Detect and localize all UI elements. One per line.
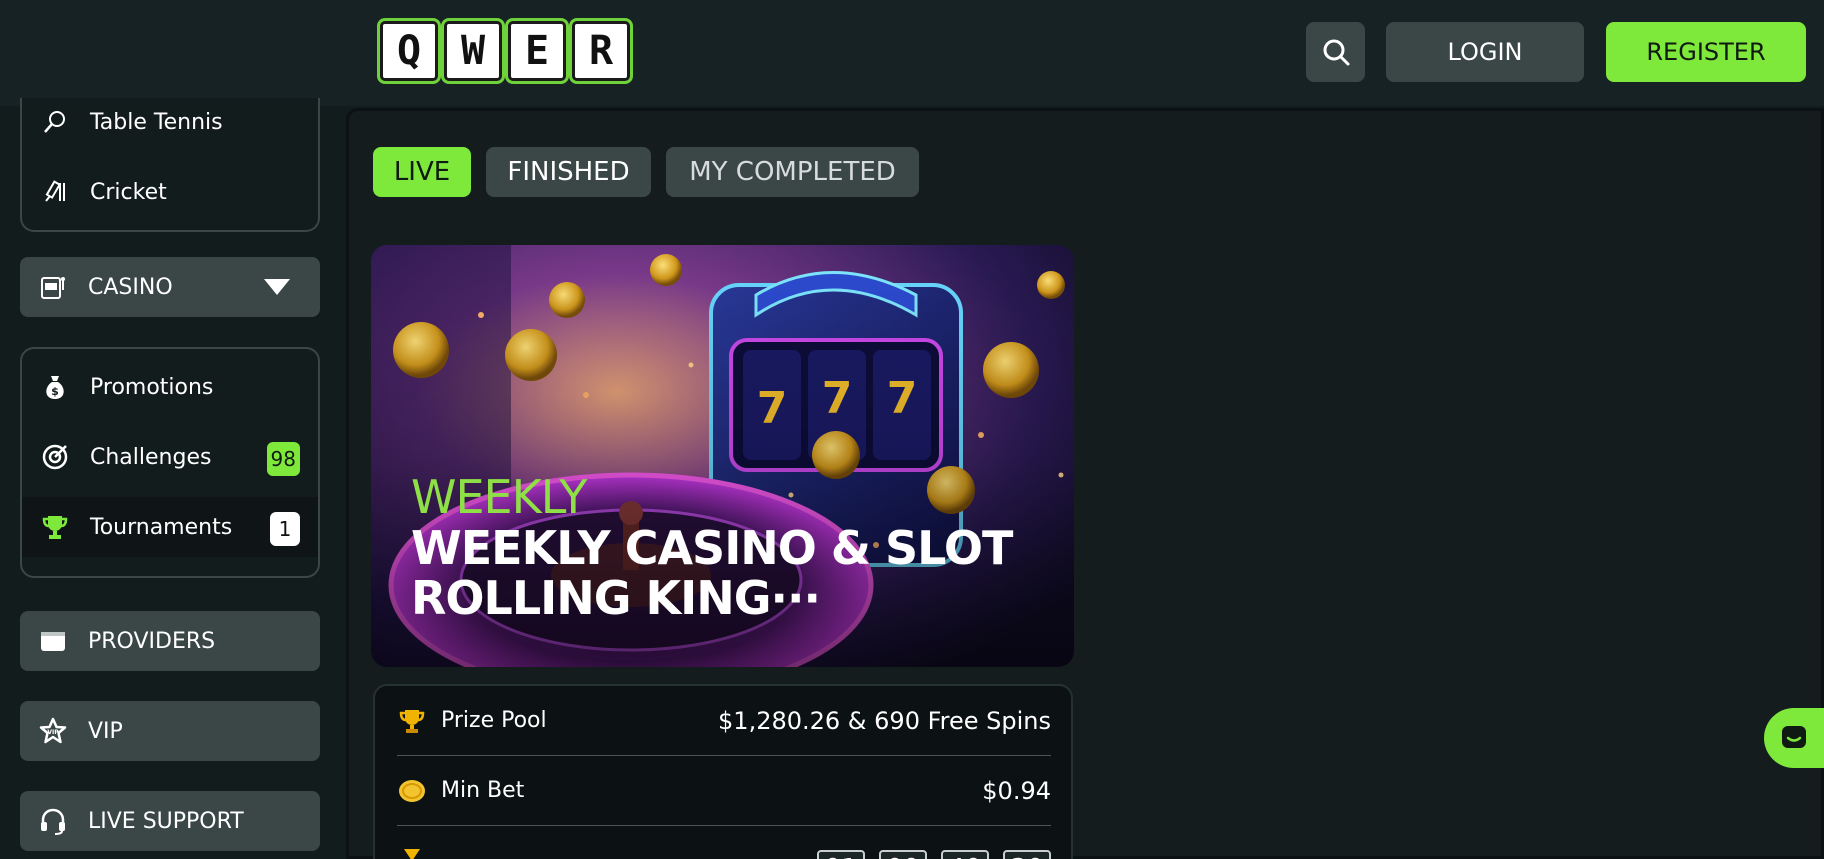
min-bet-value: $0.94 [982,776,1051,805]
logo-letter: W [444,21,502,81]
register-button[interactable]: REGISTER [1606,22,1806,82]
live-support-button[interactable]: LIVE SUPPORT [20,791,320,851]
sidebar-item-table-tennis[interactable]: Table Tennis [22,98,318,152]
search-icon [1323,39,1349,66]
chat-launcher-button[interactable] [1764,708,1824,768]
tournaments-content: LIVE FINISHED MY COMPLETED WEEKLY WEEKLY… [346,108,1824,859]
sidebar: Table Tennis Cricket CASINO $ Promotions… [0,98,340,859]
chat-icon [1782,726,1806,748]
countdown-timer: 01 00 40 30 [817,850,1051,859]
slot-machine-icon [38,272,68,302]
casino-menu-panel: $ Promotions Challenges 98 Tournaments 1 [20,347,320,578]
trophy-icon [397,706,427,736]
live-support-label: LIVE SUPPORT [88,808,244,834]
sidebar-item-label: Tournaments [90,514,233,540]
casino-label: CASINO [88,274,173,300]
table-tennis-icon [40,107,70,137]
coin-icon [397,776,427,806]
headset-icon [38,806,68,836]
login-button[interactable]: LOGIN [1386,22,1584,82]
tab-live[interactable]: LIVE [373,147,471,197]
tab-finished[interactable]: FINISHED [486,147,651,197]
money-bag-icon: $ [40,372,70,402]
sidebar-item-label: Cricket [90,179,167,205]
sidebar-item-promotions[interactable]: $ Promotions [22,357,318,417]
timer-minutes: 40 [941,850,989,859]
search-button[interactable] [1306,22,1365,82]
sidebar-item-cricket[interactable]: Cricket [22,162,318,222]
vip-button[interactable]: VIP VIP [20,701,320,761]
vip-label: VIP [88,718,123,744]
svg-text:$: $ [51,385,59,398]
sidebar-item-tournaments[interactable]: Tournaments 1 [22,497,318,557]
tournament-title: WEEKLY CASINO & SLOT ROLLING KING··· [411,521,1013,625]
providers-button[interactable]: PROVIDERS [20,611,320,671]
prize-pool-value: $1,280.26 & 690 Free Spins [718,706,1051,735]
providers-icon [38,626,68,656]
sidebar-item-label: Promotions [90,374,214,400]
tournament-period-label: WEEKLY [411,470,587,524]
sidebar-item-label: Challenges [90,444,212,470]
challenges-count-badge: 98 [266,442,300,476]
timer-hours: 00 [879,850,927,859]
prize-pool-label: Prize Pool [441,708,547,733]
prize-pool-row: Prize Pool $1,280.26 & 690 Free Spins [397,686,1051,756]
timer-days: 01 [817,850,865,859]
hourglass-icon [397,846,427,859]
cricket-icon [40,177,70,207]
svg-text:VIP: VIP [47,729,59,736]
sidebar-item-label: Table Tennis [90,109,223,135]
trophy-icon [40,512,70,542]
qwer-logo[interactable]: Q W E R [380,21,630,81]
tournament-banner[interactable]: 7 7 7 WEEKL [371,245,1074,667]
tab-my-completed[interactable]: MY COMPLETED [666,147,919,197]
vip-star-icon: VIP [38,716,68,746]
tournament-info-card: Prize Pool $1,280.26 & 690 Free Spins Mi… [373,684,1073,859]
top-header: Q W E R LOGIN REGISTER [0,0,1824,106]
chevron-down-icon [264,279,290,295]
logo-letter: Q [380,21,438,81]
sidebar-item-challenges[interactable]: Challenges 98 [22,427,318,487]
logo-letter: R [572,21,630,81]
providers-label: PROVIDERS [88,628,216,654]
timer-seconds: 30 [1003,850,1051,859]
logo-letter: E [508,21,566,81]
sports-panel: Table Tennis Cricket [20,98,320,232]
target-icon [40,442,70,472]
min-bet-row: Min Bet $0.94 [397,756,1051,826]
min-bet-label: Min Bet [441,778,525,803]
tournaments-count-badge: 1 [270,512,300,546]
casino-dropdown[interactable]: CASINO [20,257,320,317]
